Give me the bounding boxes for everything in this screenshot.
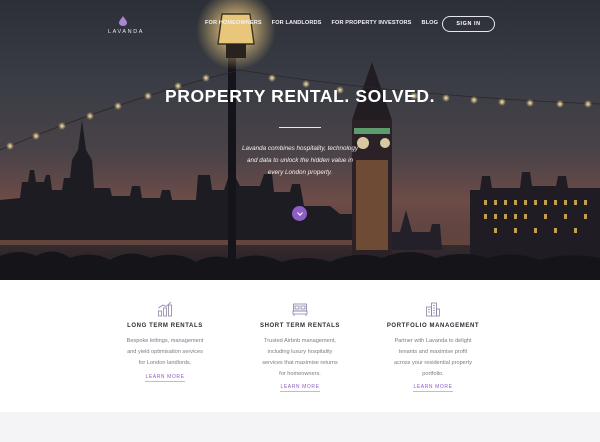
feature-description: Partner with Lavanda to delight tenants …: [368, 336, 498, 380]
learn-more-link[interactable]: LEARN MORE: [368, 384, 498, 392]
tagline-line: and data to unlock the hidden value in: [246, 157, 354, 164]
london-skyline-image: [0, 0, 600, 280]
desc-line: and yield optimisation services: [127, 349, 203, 355]
nav-item-landlords[interactable]: FOR LANDLORDS: [272, 20, 322, 26]
feature-title: LONG TERM RENTALS: [127, 323, 203, 329]
nav-item-homeowners[interactable]: FOR HOMEOWNERS: [205, 20, 262, 26]
tagline-line: every London property.: [267, 169, 333, 176]
learn-more-label: LEARN MORE: [413, 384, 453, 392]
chevron-down-icon: [296, 211, 303, 216]
features-section: LONG TERM RENTALS Bespoke lettings, mana…: [0, 280, 600, 412]
learn-more-label: LEARN MORE: [280, 384, 320, 392]
desc-line: Trusted Airbnb management,: [264, 338, 336, 344]
learn-more-link[interactable]: LEARN MORE: [235, 384, 365, 392]
desc-line: for homeowners.: [279, 371, 321, 377]
hero-tagline: Lavanda combines hospitality, technology…: [230, 143, 370, 179]
brand-logo[interactable]: LAVANDA: [108, 16, 145, 35]
feature-description: Trusted Airbnb management, including lux…: [235, 336, 365, 380]
desc-line: for London landlords.: [138, 360, 192, 366]
nav-item-property-investors[interactable]: FOR PROPERTY INVESTORS: [332, 20, 412, 26]
hero-divider: [279, 127, 321, 128]
desc-line: services that maximise returns: [262, 360, 338, 366]
desc-line: tenants and maximise profit: [398, 349, 468, 355]
feature-description: Bespoke lettings, management and yield o…: [100, 336, 230, 369]
desc-line: across your residential property: [393, 360, 473, 366]
bed-icon: [292, 303, 308, 316]
hero-section: LAVANDA FOR HOMEOWNERS FOR LANDLORDS FOR…: [0, 0, 600, 280]
top-nav: FOR HOMEOWNERS FOR LANDLORDS FOR PROPERT…: [205, 20, 438, 26]
feature-title: PORTFOLIO MANAGEMENT: [386, 323, 480, 329]
nav-item-blog[interactable]: BLOG: [422, 20, 439, 26]
scroll-down-button[interactable]: [292, 206, 307, 221]
desc-line: including luxury hospitality: [267, 349, 333, 355]
learn-more-label: LEARN MORE: [145, 374, 185, 382]
desc-line: Partner with Lavanda to delight: [394, 338, 472, 344]
brand-name: LAVANDA: [108, 29, 145, 35]
bar-chart-icon: [158, 301, 172, 317]
feature-title: SHORT TERM RENTALS: [259, 323, 341, 329]
next-section-band: [0, 412, 600, 442]
tagline-line: Lavanda combines hospitality, technology: [241, 145, 359, 152]
desc-line: Bespoke lettings, management: [126, 338, 204, 344]
hero-headline: PROPERTY RENTAL. SOLVED.: [164, 86, 436, 106]
learn-more-link[interactable]: LEARN MORE: [100, 374, 230, 382]
sign-in-button[interactable]: SIGN IN: [442, 16, 495, 32]
buildings-icon: [426, 302, 440, 317]
lavender-drop-icon: [119, 16, 127, 26]
desc-line: portfolio.: [422, 371, 444, 377]
